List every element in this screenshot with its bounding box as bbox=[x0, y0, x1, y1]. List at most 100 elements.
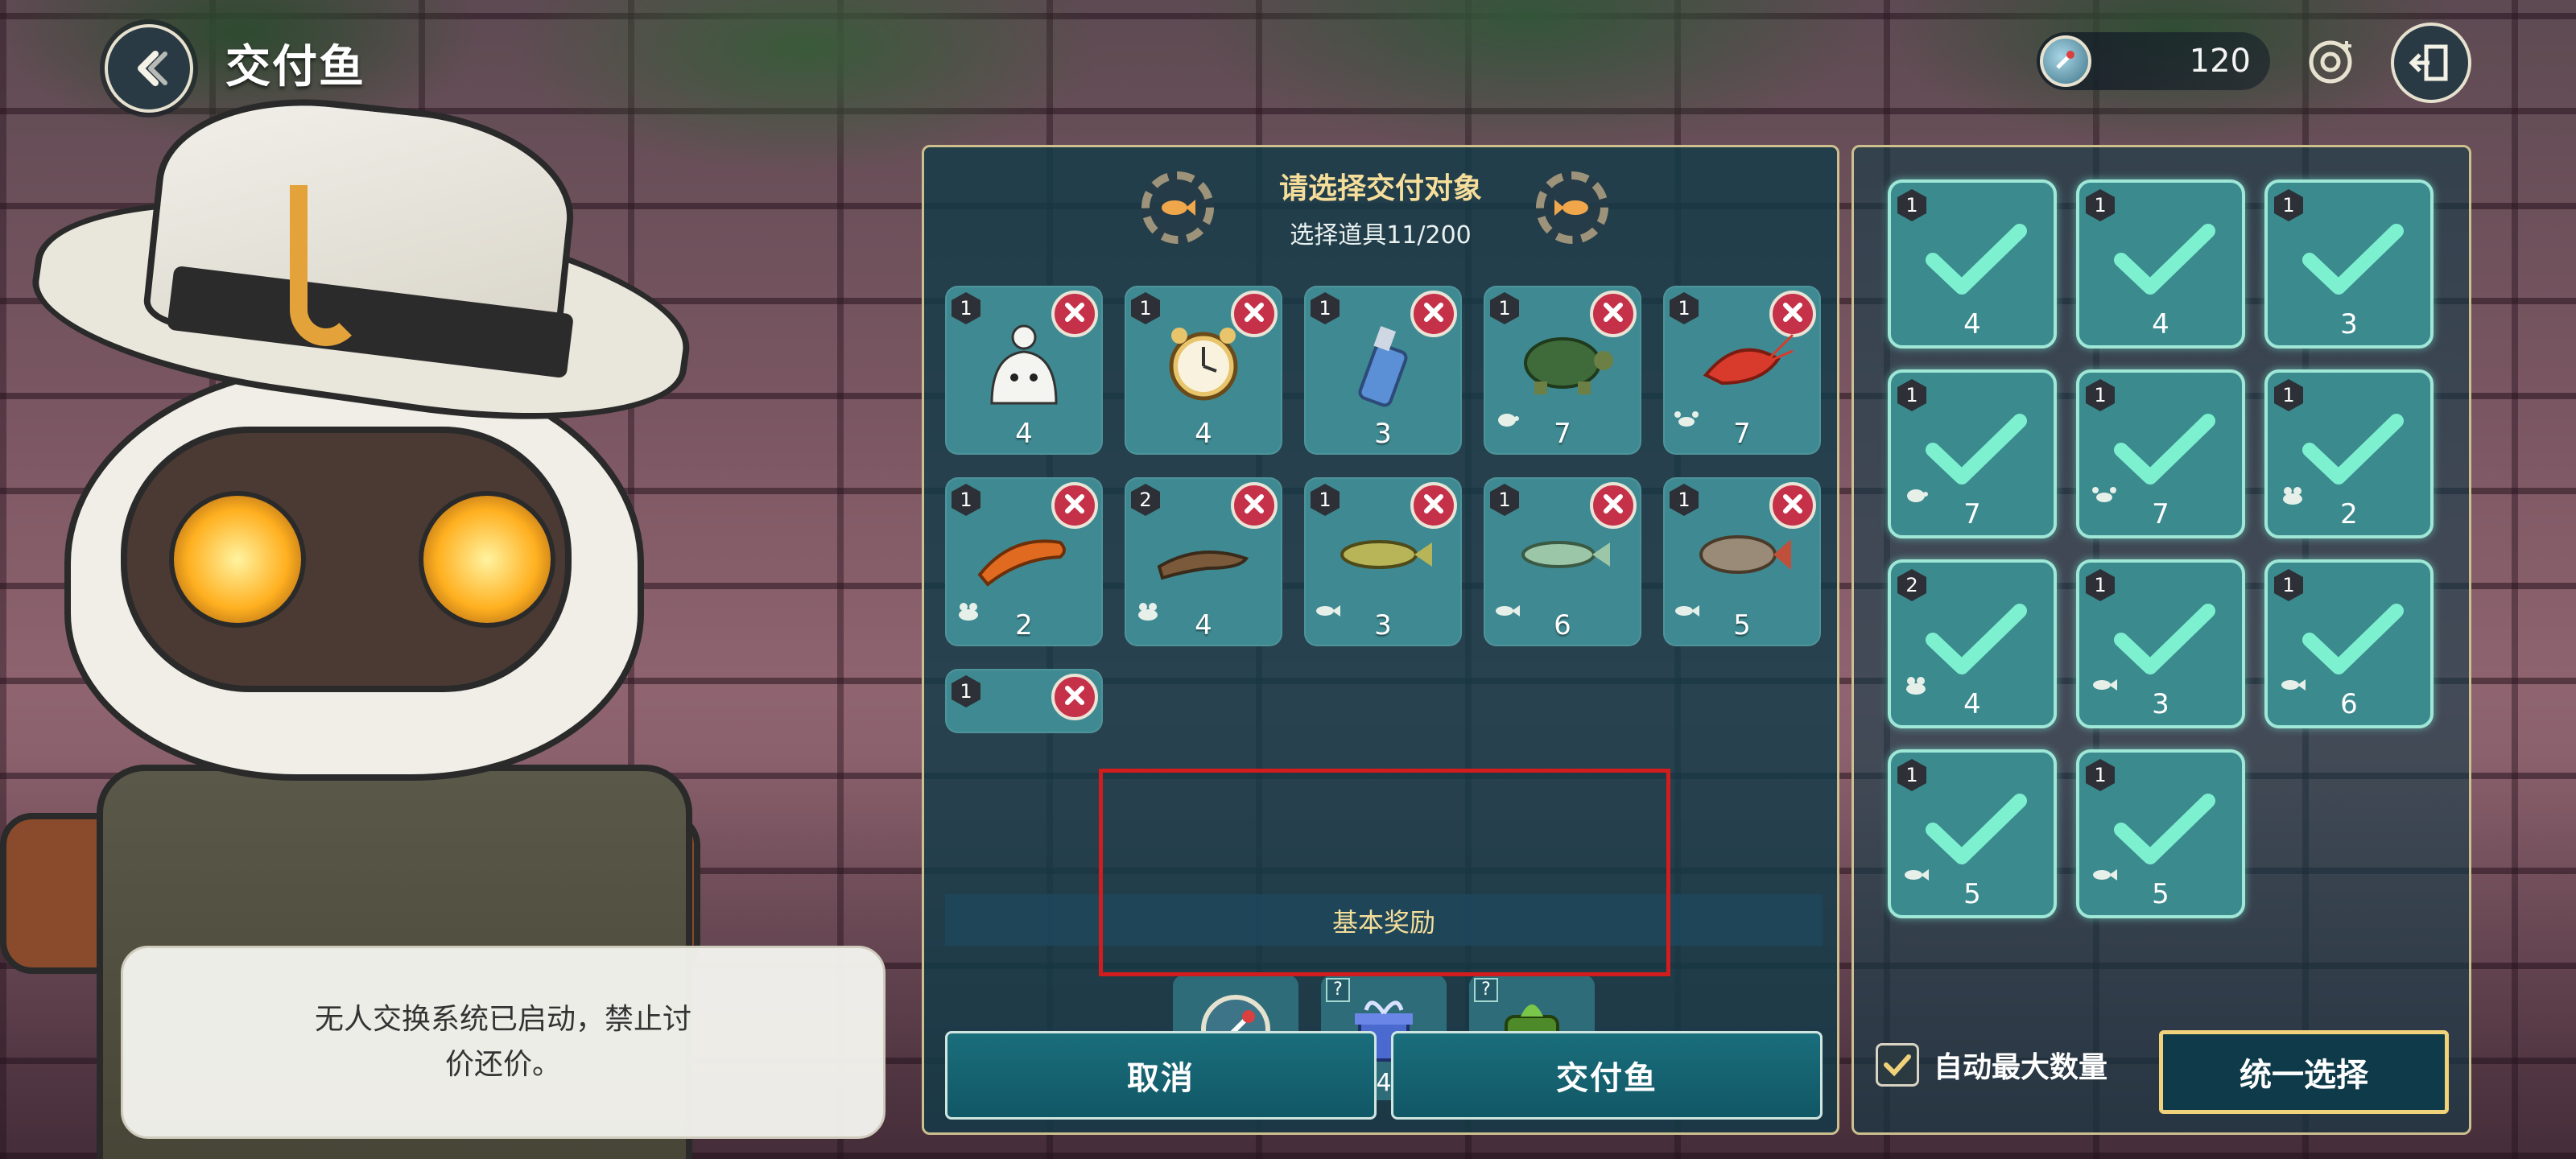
item-count: 3 bbox=[1374, 609, 1392, 641]
checkmark-icon bbox=[1884, 1054, 1911, 1077]
item-count: 7 bbox=[1733, 418, 1751, 450]
delivery-panel: 请选择交付对象 选择道具11/200 141413171712241316151… bbox=[922, 145, 1839, 1135]
remove-item-button[interactable] bbox=[1051, 674, 1098, 720]
item-card[interactable]: 1 bbox=[945, 669, 1103, 733]
top-bar: 交付鱼 120 bbox=[0, 0, 2576, 121]
salamander-icon bbox=[968, 506, 1080, 603]
deliver-fish-button[interactable]: 交付鱼 bbox=[1391, 1031, 1823, 1120]
selected-item-card[interactable]: 15 bbox=[1888, 749, 2057, 918]
auto-max-checkbox[interactable] bbox=[1876, 1043, 1919, 1087]
selected-count: 5 bbox=[2152, 878, 2169, 910]
panel-header: 请选择交付对象 选择道具11/200 bbox=[924, 147, 1837, 268]
currency-amount: 120 bbox=[2189, 43, 2251, 80]
back-arrow-icon bbox=[138, 51, 167, 86]
checkmark-icon bbox=[2112, 603, 2216, 675]
yellow-fish-icon bbox=[1327, 506, 1439, 603]
tier-badge: 2 bbox=[1897, 569, 1926, 601]
right-eye bbox=[419, 491, 555, 628]
checkmark-icon bbox=[2300, 223, 2405, 295]
currency-display: 120 bbox=[2037, 32, 2270, 90]
exit-button[interactable] bbox=[2391, 23, 2471, 103]
tier-badge: 1 bbox=[2086, 189, 2115, 221]
perch-icon bbox=[1686, 506, 1798, 603]
item-card[interactable]: 14 bbox=[945, 286, 1103, 455]
checkmark-icon bbox=[2300, 603, 2405, 675]
checkmark-icon bbox=[2112, 793, 2216, 865]
close-icon bbox=[1062, 683, 1088, 711]
checkmark-icon bbox=[1923, 413, 2028, 485]
item-card[interactable]: 15 bbox=[1663, 477, 1821, 646]
item-count: 2 bbox=[1015, 609, 1033, 641]
selected-item-card[interactable]: 17 bbox=[2076, 369, 2245, 538]
selected-count: 4 bbox=[1963, 688, 1981, 720]
fish-gear-icon bbox=[1141, 171, 1214, 244]
left-eye bbox=[169, 491, 306, 628]
action-buttons: 取消 交付鱼 bbox=[945, 1031, 1823, 1120]
selected-count: 4 bbox=[2152, 308, 2169, 340]
item-count: 3 bbox=[1374, 418, 1392, 450]
item-card[interactable]: 16 bbox=[1484, 477, 1641, 646]
add-currency-button[interactable] bbox=[2302, 34, 2359, 90]
item-count: 7 bbox=[1554, 418, 1571, 450]
selected-item-card[interactable]: 15 bbox=[2076, 749, 2245, 918]
tier-badge: 1 bbox=[1897, 189, 1926, 221]
item-count: 6 bbox=[1554, 609, 1571, 641]
selection-counter: 选择道具11/200 bbox=[1290, 221, 1472, 250]
tier-badge: 1 bbox=[2086, 569, 2115, 601]
selected-count: 7 bbox=[2152, 498, 2169, 530]
selected-item-card[interactable]: 17 bbox=[1888, 369, 2057, 538]
item-card[interactable]: 14 bbox=[1125, 286, 1282, 455]
tier-badge: 1 bbox=[2086, 379, 2115, 411]
checkmark-icon bbox=[1923, 603, 2028, 675]
back-button[interactable] bbox=[105, 24, 193, 113]
item-card[interactable]: 12 bbox=[945, 477, 1103, 646]
selected-item-card[interactable]: 14 bbox=[2076, 179, 2245, 349]
auto-max-toggle[interactable]: 自动最大数量 bbox=[1876, 1043, 2107, 1087]
selected-count: 4 bbox=[1963, 308, 1981, 340]
checkmark-icon bbox=[1923, 223, 2028, 295]
item-count: 4 bbox=[1195, 418, 1212, 450]
selected-item-card[interactable]: 12 bbox=[2264, 369, 2434, 538]
selected-count: 5 bbox=[1963, 878, 1981, 910]
turtle-icon bbox=[1506, 315, 1619, 411]
item-card[interactable]: 17 bbox=[1484, 286, 1641, 455]
fish-coin-icon bbox=[2040, 35, 2091, 87]
dialogue-text: 无人交换系统已启动，禁止讨价还价。 bbox=[314, 1003, 691, 1081]
selected-count: 3 bbox=[2152, 688, 2169, 720]
selected-count: 7 bbox=[1963, 498, 1981, 530]
item-card[interactable]: 13 bbox=[1304, 477, 1462, 646]
checkmark-icon bbox=[2300, 413, 2405, 485]
reward-highlight-box bbox=[1099, 769, 1670, 976]
selected-items-panel: 1414131717122413161515 bbox=[1852, 145, 2471, 1135]
tier-badge: 1 bbox=[952, 675, 980, 707]
tier-badge: 1 bbox=[1897, 379, 1926, 411]
cancel-button[interactable]: 取消 bbox=[945, 1031, 1377, 1120]
selected-grid: 1414131717122413161515 bbox=[1888, 179, 2434, 918]
page-title: 交付鱼 bbox=[225, 41, 365, 93]
item-count: 4 bbox=[1195, 609, 1212, 641]
item-card[interactable]: 17 bbox=[1663, 286, 1821, 455]
item-count: 4 bbox=[1015, 418, 1033, 450]
auto-max-label: 自动最大数量 bbox=[1934, 1051, 2108, 1084]
target-plus-icon bbox=[2309, 40, 2352, 84]
selected-item-card[interactable]: 16 bbox=[2264, 559, 2434, 728]
selected-item-card[interactable]: 13 bbox=[2264, 179, 2434, 349]
tier-badge: 1 bbox=[2274, 569, 2303, 601]
selected-count: 3 bbox=[2340, 308, 2358, 340]
item-count: 5 bbox=[1733, 609, 1751, 641]
checkmark-icon bbox=[2112, 413, 2216, 485]
tier-badge: 1 bbox=[2086, 759, 2115, 791]
unified-select-button[interactable]: 统一选择 bbox=[2159, 1030, 2449, 1114]
item-card[interactable]: 13 bbox=[1304, 286, 1462, 455]
item-grid: 141413171712241316151 bbox=[945, 286, 1823, 733]
selected-count: 6 bbox=[2340, 688, 2358, 720]
selected-item-card[interactable]: 24 bbox=[1888, 559, 2057, 728]
selected-item-card[interactable]: 14 bbox=[1888, 179, 2057, 349]
shrimp-icon bbox=[1686, 315, 1798, 411]
selected-count: 2 bbox=[2340, 498, 2358, 530]
item-card[interactable]: 24 bbox=[1125, 477, 1282, 646]
dialogue-bubble: 无人交换系统已启动，禁止讨价还价。 bbox=[121, 946, 886, 1139]
selected-item-card[interactable]: 13 bbox=[2076, 559, 2245, 728]
checkmark-icon bbox=[2112, 223, 2216, 295]
ghost-doll-icon bbox=[968, 315, 1080, 411]
